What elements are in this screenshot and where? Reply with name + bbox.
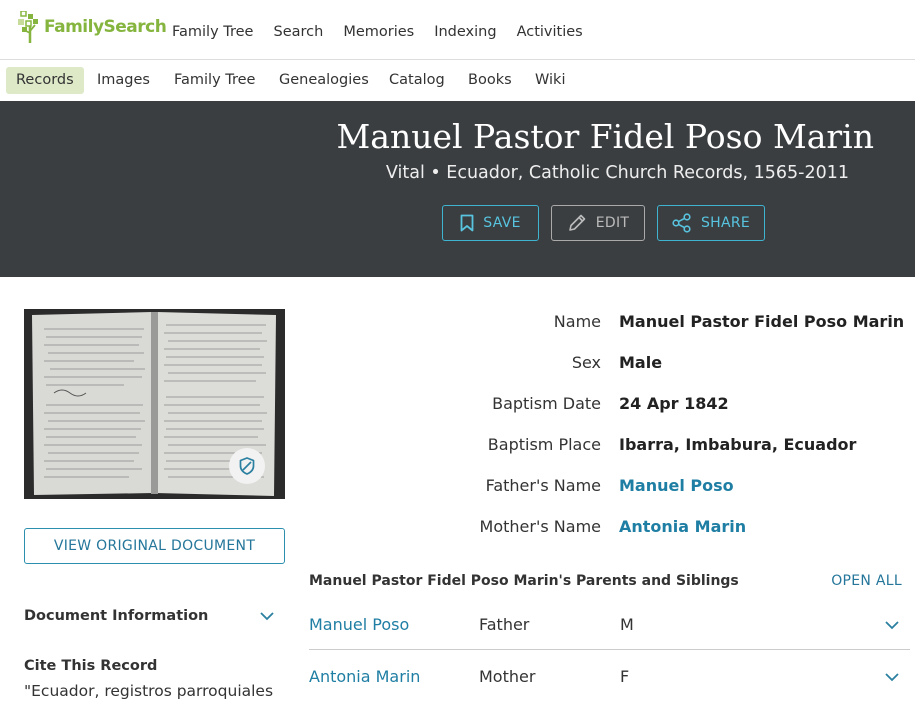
edit-label: EDIT [595, 215, 630, 231]
citation-text: "Ecuador, registros parroquiales [24, 682, 274, 700]
save-label: SAVE [483, 215, 521, 231]
nav-search[interactable]: Search [273, 24, 323, 40]
shield-icon [239, 457, 255, 475]
tree-logo-icon [18, 11, 38, 43]
fact-label-mother: Mother's Name [479, 517, 601, 536]
record-header: Manuel Pastor Fidel Poso Marin Vital • E… [0, 101, 915, 277]
family-row[interactable]: Manuel Poso Father M [309, 600, 910, 652]
family-member-relation: Father [479, 615, 530, 634]
fact-value-baptism-place: Ibarra, Imbabura, Ecuador [619, 435, 857, 454]
chevron-down-icon[interactable] [884, 617, 900, 633]
share-label: SHARE [700, 215, 751, 231]
family-member-sex: F [620, 667, 630, 686]
fact-label-baptism-place: Baptism Place [487, 435, 601, 454]
primary-nav: Family Tree Search Memories Indexing Act… [172, 24, 603, 40]
search-subnav: Records Images Family Tree Genealogies C… [0, 60, 915, 102]
nav-indexing[interactable]: Indexing [434, 24, 496, 40]
document-information-heading[interactable]: Document Information [24, 608, 208, 624]
share-button[interactable]: SHARE [657, 205, 765, 241]
cite-record-heading: Cite This Record [24, 658, 158, 674]
row-divider [309, 649, 910, 650]
mother-name-link[interactable]: Antonia Marin [619, 517, 746, 536]
subnav-family-tree[interactable]: Family Tree [164, 67, 265, 94]
family-member-name-link[interactable]: Manuel Poso [309, 615, 409, 634]
top-navigation: FamilySearch Family Tree Search Memories… [0, 0, 915, 60]
fact-value-baptism-date: 24 Apr 1842 [619, 394, 729, 413]
record-collection: Vital • Ecuador, Catholic Church Records… [385, 163, 849, 183]
fact-label-baptism-date: Baptism Date [492, 394, 601, 413]
subnav-records[interactable]: Records [6, 67, 84, 94]
nav-family-tree[interactable]: Family Tree [172, 24, 253, 40]
subnav-genealogies[interactable]: Genealogies [269, 67, 379, 94]
privacy-shield-button[interactable] [229, 448, 265, 484]
save-button[interactable]: SAVE [442, 205, 539, 241]
fact-label-name: Name [553, 312, 601, 331]
pencil-icon [568, 214, 586, 231]
fact-label-father: Father's Name [485, 476, 601, 495]
fact-label-sex: Sex [571, 353, 601, 372]
family-member-sex: M [620, 615, 634, 634]
family-row[interactable]: Antonia Marin Mother F [309, 652, 910, 701]
edit-button[interactable]: EDIT [551, 205, 645, 241]
view-original-document-button[interactable]: VIEW ORIGINAL DOCUMENT [24, 528, 285, 564]
parents-siblings-heading: Manuel Pastor Fidel Poso Marin's Parents… [309, 573, 739, 589]
nav-memories[interactable]: Memories [343, 24, 414, 40]
fact-value-sex: Male [619, 353, 663, 372]
subnav-catalog[interactable]: Catalog [379, 67, 455, 94]
nav-activities[interactable]: Activities [517, 24, 583, 40]
bookmark-icon [460, 214, 474, 232]
record-image-thumbnail[interactable] [24, 309, 285, 499]
familysearch-logo[interactable]: FamilySearch [18, 11, 167, 43]
subnav-images[interactable]: Images [87, 67, 160, 94]
open-all-button[interactable]: OPEN ALL [831, 573, 902, 589]
father-name-link[interactable]: Manuel Poso [619, 476, 734, 495]
fact-value-name: Manuel Pastor Fidel Poso Marin [619, 312, 905, 331]
record-title: Manuel Pastor Fidel Poso Marin [336, 117, 875, 156]
share-icon [672, 213, 691, 233]
subnav-books[interactable]: Books [458, 67, 522, 94]
family-member-name-link[interactable]: Antonia Marin [309, 667, 420, 686]
chevron-down-icon[interactable] [259, 608, 275, 624]
chevron-down-icon[interactable] [884, 669, 900, 685]
family-member-relation: Mother [479, 667, 536, 686]
brand-name: FamilySearch [44, 17, 167, 37]
subnav-wiki[interactable]: Wiki [525, 67, 575, 94]
